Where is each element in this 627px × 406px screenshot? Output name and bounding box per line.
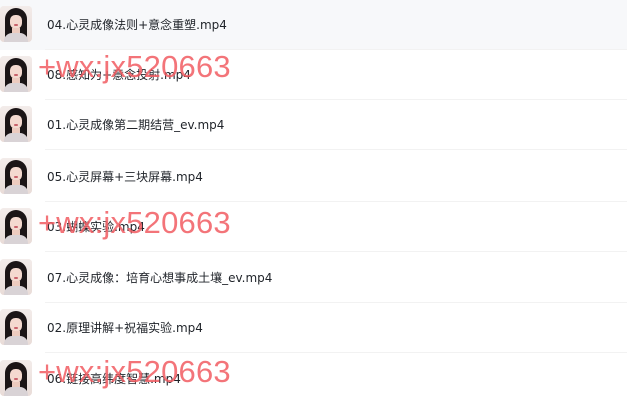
file-row[interactable]: 05.心灵屏幕+三块屏幕.mp4 <box>0 152 627 202</box>
video-thumbnail-icon <box>0 208 32 244</box>
file-name: 03.蝴蝶实验.mp4 <box>47 220 145 234</box>
file-name: 06.链接高纬度智慧.mp4 <box>47 372 181 386</box>
row-divider <box>45 149 627 150</box>
video-thumbnail-icon <box>0 309 32 345</box>
file-row[interactable]: 04.心灵成像法则+意念重塑.mp4 <box>0 0 627 50</box>
row-divider <box>45 251 627 252</box>
file-row[interactable]: 06.链接高纬度智慧.mp4 <box>0 354 627 404</box>
file-list: 04.心灵成像法则+意念重塑.mp4 08.感知为+意念投射.mp4 01.心灵… <box>0 0 627 406</box>
file-row[interactable]: 01.心灵成像第二期结营_ev.mp4 <box>0 100 627 150</box>
row-divider <box>45 352 627 353</box>
file-name: 02.原理讲解+祝福实验.mp4 <box>47 321 203 335</box>
file-name: 04.心灵成像法则+意念重塑.mp4 <box>47 18 227 32</box>
video-thumbnail-icon <box>0 259 32 295</box>
file-name: 08.感知为+意念投射.mp4 <box>47 68 191 82</box>
file-row[interactable]: 02.原理讲解+祝福实验.mp4 <box>0 303 627 353</box>
file-name: 01.心灵成像第二期结营_ev.mp4 <box>47 118 225 132</box>
file-row[interactable]: 08.感知为+意念投射.mp4 <box>0 50 627 100</box>
file-row[interactable]: 07.心灵成像：培育心想事成土壤_ev.mp4 <box>0 253 627 303</box>
video-thumbnail-icon <box>0 106 32 142</box>
file-row[interactable]: 03.蝴蝶实验.mp4 <box>0 202 627 252</box>
video-thumbnail-icon <box>0 360 32 396</box>
video-thumbnail-icon <box>0 158 32 194</box>
video-thumbnail-icon <box>0 6 32 42</box>
file-name: 05.心灵屏幕+三块屏幕.mp4 <box>47 170 203 184</box>
video-thumbnail-icon <box>0 56 32 92</box>
file-name: 07.心灵成像：培育心想事成土壤_ev.mp4 <box>47 271 273 285</box>
